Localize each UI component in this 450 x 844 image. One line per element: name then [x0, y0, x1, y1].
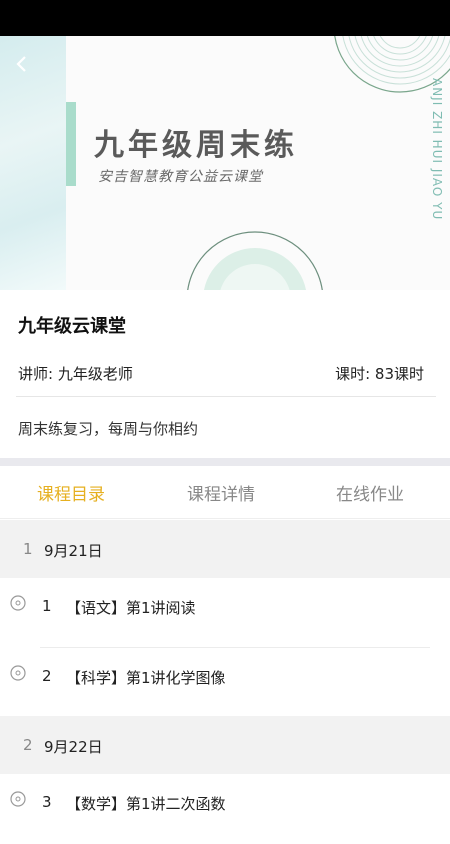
- title-accent-bar: [66, 102, 76, 186]
- divider: [16, 396, 436, 397]
- section-header[interactable]: 2 9月22日: [0, 716, 450, 774]
- lesson-title: 【数学】第1讲二次函数: [66, 795, 226, 813]
- tab-bar: 课程目录 课程详情 在线作业: [0, 466, 450, 519]
- banner-vertical-text: ANJI ZHI HUI JIAO YU: [430, 78, 444, 221]
- section-date: 9月21日: [44, 542, 103, 560]
- lesson-item[interactable]: 1 【语文】第1讲阅读: [0, 578, 450, 648]
- teacher-label: 讲师: 九年级老师: [18, 365, 133, 383]
- hours-label: 课时: 83课时: [335, 365, 424, 383]
- section-number: 1: [23, 540, 33, 558]
- play-record-icon: [10, 595, 26, 611]
- tab-catalog[interactable]: 课程目录: [37, 480, 105, 505]
- course-title: 九年级云课堂: [18, 316, 126, 337]
- lesson-number: 2: [42, 667, 52, 685]
- section-gap: [0, 458, 450, 466]
- lesson-title: 【科学】第1讲化学图像: [66, 669, 226, 687]
- tab-homework[interactable]: 在线作业: [336, 480, 404, 505]
- status-bar: [0, 0, 450, 36]
- back-button[interactable]: [8, 50, 36, 78]
- lesson-item[interactable]: 2 【科学】第1讲化学图像: [0, 648, 450, 718]
- section-header[interactable]: 1 9月21日: [0, 520, 450, 578]
- section-date: 9月22日: [44, 738, 103, 756]
- course-banner: 九年级周末练 安吉智慧教育公益云课堂 ANJI ZHI HUI JIAO YU: [0, 36, 450, 290]
- tab-details[interactable]: 课程详情: [187, 480, 255, 505]
- banner-title: 九年级周末练: [94, 128, 298, 163]
- chevron-left-icon: [16, 56, 26, 72]
- lesson-number: 3: [42, 793, 52, 811]
- banner-subtitle: 安吉智慧教育公益云课堂: [98, 169, 263, 185]
- course-description: 周末练复习，每周与你相约: [18, 420, 199, 438]
- lesson-item[interactable]: 3 【数学】第1讲二次函数: [0, 774, 450, 844]
- section-number: 2: [23, 736, 33, 754]
- lesson-title: 【语文】第1讲阅读: [66, 599, 196, 617]
- play-record-icon: [10, 665, 26, 681]
- lesson-number: 1: [42, 597, 52, 615]
- play-record-icon: [10, 791, 26, 807]
